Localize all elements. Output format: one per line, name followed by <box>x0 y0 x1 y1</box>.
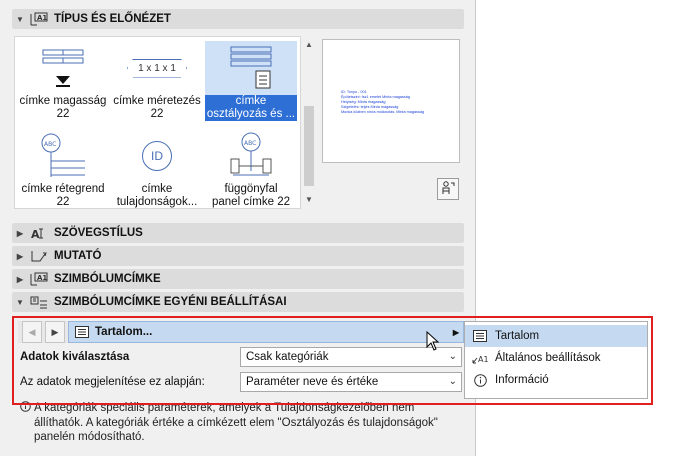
tile-label: címke méretezés <box>113 95 201 107</box>
symbol-label-icon: A1 <box>28 270 50 288</box>
curtain-wall-icon: ABC <box>205 129 297 183</box>
expand-arrow-icon[interactable]: ▶ <box>12 252 28 261</box>
tile-cimke-osztalyozas[interactable]: címke osztályozás és ... <box>205 41 297 125</box>
tile-sub: 22 <box>56 108 70 120</box>
tile-label: függönyfal <box>224 183 278 195</box>
tile-sub: 22 <box>56 196 70 208</box>
abc-icon-text: ABC <box>44 141 56 148</box>
expand-arrow-icon[interactable]: ▶ <box>12 275 28 284</box>
layer-structure-icon: ABC <box>17 129 109 183</box>
label-type-icon: A1 <box>28 10 50 28</box>
pointer-icon <box>28 247 50 265</box>
info-line-2: állíthatók. A kategóriák értéke a címkéz… <box>34 417 438 429</box>
tile-sub: panel címke 22 <box>212 196 290 208</box>
section-tipus-header[interactable]: ▼ A1 TÍPUS ÉS ELŐNÉZET <box>12 9 464 29</box>
section-title: SZIMBÓLUMCÍMKE EGYÉNI BEÁLLÍTÁSAI <box>54 296 287 308</box>
tile-fuggonyfal-panel[interactable]: ABC függönyfal panel címke 22 <box>205 129 297 208</box>
tile-label: címke rétegrend <box>21 183 105 195</box>
text-style-icon: A <box>28 224 50 242</box>
section-mutato-header[interactable]: ▶ MUTATÓ <box>12 246 464 266</box>
preview-person-icon <box>440 180 456 199</box>
dimension-tag-icon: 1 x 1 x 1 <box>111 41 203 95</box>
info-line-3: panelén módosítható. <box>34 431 145 443</box>
tile-cimke-magassag[interactable]: címke magasság 22 <box>17 41 109 125</box>
section-title: SZIMBÓLUMCÍMKE <box>54 273 161 285</box>
svg-text:A: A <box>31 228 40 241</box>
tile-cimke-meretezes[interactable]: 1 x 1 x 1 címke méretezés 22 <box>111 41 203 125</box>
tile-label: címke <box>235 95 267 107</box>
custom-settings-icon <box>28 293 50 311</box>
expand-arrow-icon[interactable]: ▶ <box>12 229 28 238</box>
section-title: TÍPUS ÉS ELŐNÉZET <box>54 13 171 25</box>
tile-cimke-tulajdonsagok[interactable]: ID címke tulajdonságok... <box>111 129 203 208</box>
scroll-thumb[interactable] <box>304 106 314 186</box>
section-egyeni-header[interactable]: ▼ SZIMBÓLUMCÍMKE EGYÉNI BEÁLLÍTÁSAI <box>12 292 464 312</box>
scroll-up-icon[interactable]: ▲ <box>302 40 316 49</box>
preview-options-button[interactable] <box>437 178 459 200</box>
collapse-arrow-icon[interactable]: ▼ <box>12 298 28 307</box>
info-note: A kategóriák speciális paraméterek, amel… <box>20 401 460 444</box>
tile-label: címke magasság <box>19 95 107 107</box>
dimension-tag-text: 1 x 1 x 1 <box>127 58 187 78</box>
tile-label: címke <box>141 183 173 195</box>
section-szimbolum-header[interactable]: ▶ A1 SZIMBÓLUMCÍMKE <box>12 269 464 289</box>
tile-sub: tulajdonságok... <box>116 196 198 208</box>
section-title: SZÖVEGSTÍLUS <box>54 227 143 239</box>
tile-sub: osztályozás és ... <box>206 108 296 120</box>
abc2-icon-text: ABC <box>244 140 256 147</box>
svg-text:A1: A1 <box>37 14 47 22</box>
tile-sub: 22 <box>150 108 164 120</box>
collapse-arrow-icon[interactable]: ▼ <box>12 15 28 24</box>
label-preview: ID: Tonyo - 001 Épületszint: fsz1 emelet… <box>322 39 460 163</box>
section-title: MUTATÓ <box>54 250 102 262</box>
library-scrollbar[interactable]: ▲ ▼ <box>302 36 316 209</box>
section-szovegstilus-header[interactable]: ▶ A SZÖVEGSTÍLUS <box>12 223 464 243</box>
tile-cimke-retegrend[interactable]: ABC címke rétegrend 22 <box>17 129 109 208</box>
annotation-highlight-frame <box>12 316 653 405</box>
label-height-icon <box>17 41 109 95</box>
scroll-down-icon[interactable]: ▼ <box>302 195 316 204</box>
classification-label-icon <box>205 41 297 95</box>
svg-text:A1: A1 <box>37 274 47 282</box>
mouse-cursor-icon <box>426 330 440 354</box>
id-badge-icon: ID <box>111 129 203 183</box>
id-badge-text: ID <box>142 141 172 171</box>
preview-line-5: Munka közben nincs módosítás: Minta maga… <box>341 110 425 114</box>
label-library-list[interactable]: címke magasság 22 1 x 1 x 1 címke méretez… <box>14 36 301 209</box>
